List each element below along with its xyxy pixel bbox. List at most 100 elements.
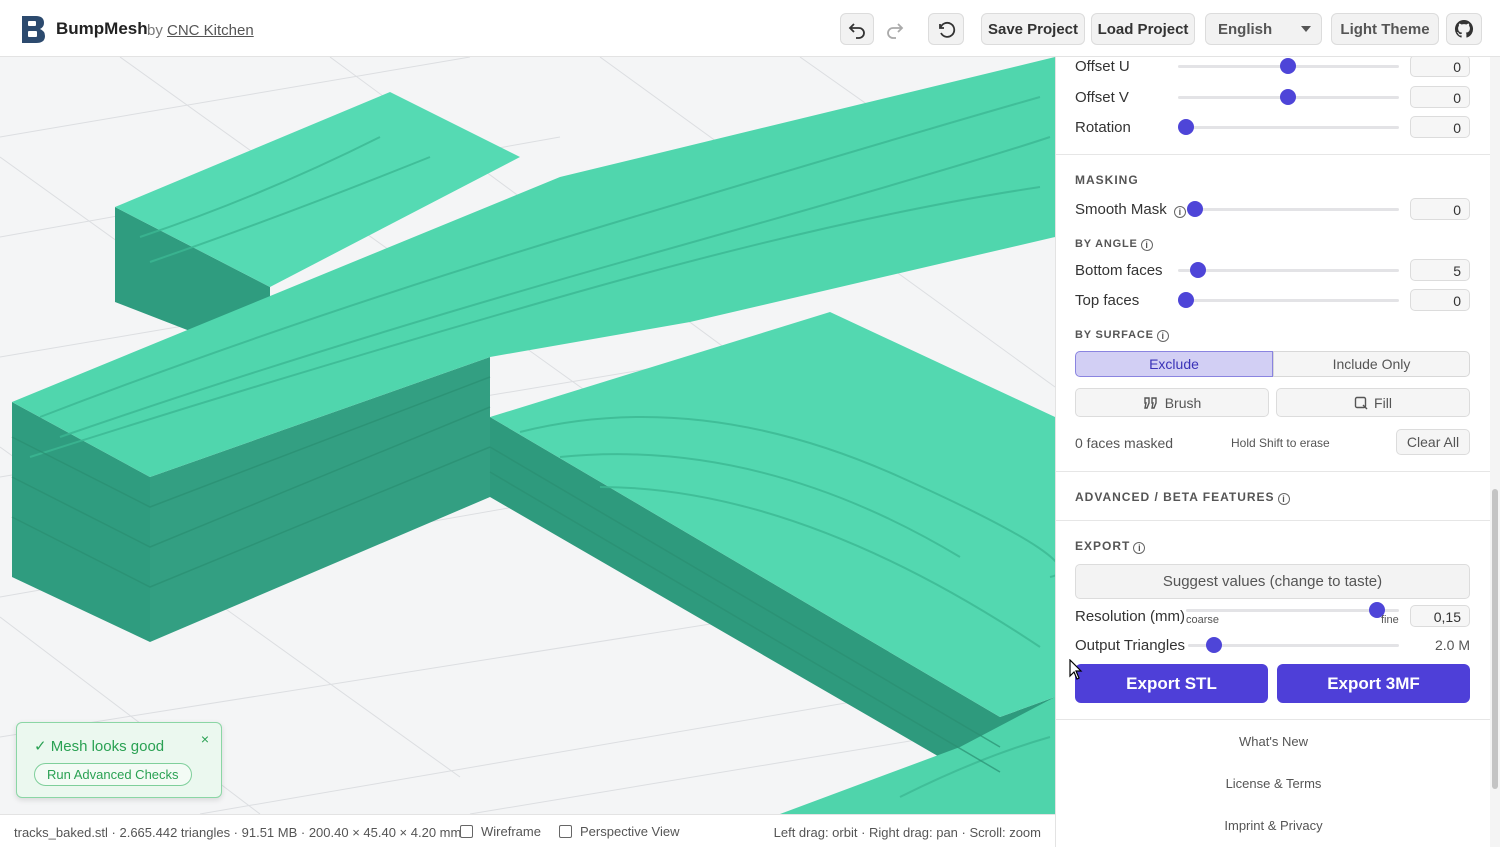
bottom-faces-row: Bottom faces 5 [1075,259,1470,283]
run-advanced-checks-button[interactable]: Run Advanced Checks [34,763,192,786]
bottom-faces-slider-thumb[interactable] [1190,262,1206,278]
clear-all-button[interactable]: Clear All [1396,429,1470,455]
load-project-button[interactable]: Load Project [1091,13,1195,45]
top-faces-slider-thumb[interactable] [1178,292,1194,308]
info-icon[interactable]: i [1173,206,1186,218]
info-icon[interactable]: i [1277,493,1290,505]
redo-button[interactable] [878,13,912,45]
top-faces-slider[interactable] [1178,299,1399,302]
fine-label: fine [1381,614,1399,626]
github-button[interactable] [1446,13,1482,45]
mesh-render [0,57,1055,814]
redo-icon [887,23,904,39]
scrollbar-thumb[interactable] [1492,489,1498,789]
reset-button[interactable] [928,13,964,45]
smooth-mask-slider-thumb[interactable] [1187,201,1203,217]
offset-u-slider-thumb[interactable] [1280,58,1296,74]
github-icon [1454,19,1474,38]
rotation-slider-thumb[interactable] [1178,119,1194,135]
bottom-faces-slider[interactable] [1178,269,1399,272]
resolution-slider[interactable] [1186,609,1399,612]
file-info: tracks_baked.stl · 2.665.442 triangles ·… [14,825,462,840]
toast-message: ✓ Mesh looks good [34,738,165,755]
advanced-section-title[interactable]: ADVANCED / BETA FEATURES i [1075,490,1290,505]
author-credit: by CNC Kitchen [147,22,254,39]
perspective-checkbox[interactable]: Perspective View [559,824,679,839]
offset-v-slider-thumb[interactable] [1280,89,1296,105]
rotation-row: Rotation 0 [1075,116,1470,140]
output-triangles-slider-thumb[interactable] [1206,637,1222,653]
smooth-mask-row: Smooth Mask i 0 [1075,198,1470,222]
resolution-label: Resolution (mm) [1075,608,1186,625]
resolution-row: Resolution (mm) coarse fine 0,15 [1075,602,1470,629]
brand-name: BumpMesh [56,19,148,38]
erase-hint: Hold Shift to erase [1231,436,1330,450]
top-faces-input[interactable]: 0 [1410,289,1470,311]
mouse-cursor-icon [1069,659,1083,680]
brush-button[interactable]: Brush [1075,388,1269,417]
undo-icon [848,23,865,39]
export-section-title: EXPORT i [1075,539,1146,554]
bottom-faces-input[interactable]: 5 [1410,259,1470,281]
faces-masked-count: 0 faces masked [1075,435,1174,451]
info-icon[interactable]: i [1133,542,1146,554]
offset-u-row: Offset U 0 [1075,57,1470,79]
rotation-slider[interactable] [1178,126,1399,129]
include-only-toggle[interactable]: Include Only [1273,351,1470,377]
smooth-mask-input[interactable]: 0 [1410,198,1470,220]
offset-u-label: Offset U [1075,58,1130,75]
3d-viewport[interactable]: ✓ Mesh looks good × Run Advanced Checks [0,57,1055,814]
divider [1056,471,1490,472]
app-header: BumpMesh by CNC Kitchen Save Project Loa… [0,0,1500,57]
top-faces-label: Top faces [1075,292,1140,309]
offset-v-input[interactable]: 0 [1410,86,1470,108]
checkbox-box[interactable] [460,825,473,838]
divider [1056,520,1490,521]
masking-section-title: MASKING [1075,173,1139,187]
undo-button[interactable] [840,13,874,45]
fill-button[interactable]: Fill [1276,388,1470,417]
resolution-input[interactable]: 0,15 [1410,605,1470,627]
theme-toggle-button[interactable]: Light Theme [1331,13,1439,45]
wireframe-label: Wireframe [481,824,541,839]
by-surface-title: BY SURFACE i [1075,329,1169,342]
coarse-label: coarse [1186,614,1220,626]
output-triangles-label: Output Triangles [1075,637,1186,654]
rotation-input[interactable]: 0 [1410,116,1470,138]
status-bar: tracks_baked.stl · 2.665.442 triangles ·… [0,814,1055,847]
info-icon[interactable]: i [1140,239,1153,251]
fill-label: Fill [1374,394,1392,411]
by-angle-title: BY ANGLE i [1075,238,1153,251]
save-project-button[interactable]: Save Project [981,13,1085,45]
rotation-label: Rotation [1075,119,1131,136]
checkbox-box[interactable] [559,825,572,838]
divider [1056,154,1490,155]
perspective-label: Perspective View [580,824,680,839]
language-select[interactable]: English [1205,13,1322,45]
suggest-values-button[interactable]: Suggest values (change to taste) [1075,564,1470,599]
smooth-mask-label: Smooth Mask i [1075,201,1186,218]
output-triangles-value: 2.0 M [1434,637,1470,653]
author-link[interactable]: CNC Kitchen [167,22,254,39]
wireframe-checkbox[interactable]: Wireframe [460,824,541,839]
output-triangles-row: Output Triangles 2.0 M [1075,634,1470,658]
panel-scrollbar[interactable] [1490,57,1500,847]
whats-new-link[interactable]: What's New [1056,734,1490,749]
settings-panel: Offset U 0 Offset V 0 Rotation 0 MASKING… [1055,57,1490,847]
language-value: English [1218,20,1273,38]
imprint-privacy-link[interactable]: Imprint & Privacy [1056,818,1490,833]
export-stl-button[interactable]: Export STL [1075,664,1268,703]
export-3mf-button[interactable]: Export 3MF [1277,664,1470,703]
offset-u-input[interactable]: 0 [1410,57,1470,77]
fill-icon [1354,396,1368,409]
chevron-down-icon [1301,26,1311,32]
smooth-mask-slider[interactable] [1187,208,1399,211]
exclude-toggle[interactable]: Exclude [1075,351,1273,377]
info-icon[interactable]: i [1156,330,1169,342]
bottom-faces-label: Bottom faces [1075,262,1163,279]
offset-v-label: Offset V [1075,89,1129,106]
close-icon[interactable]: × [201,731,209,747]
license-terms-link[interactable]: License & Terms [1056,776,1490,791]
bumpmesh-logo-icon [22,16,45,43]
mesh-check-toast: ✓ Mesh looks good × Run Advanced Checks [16,722,222,798]
